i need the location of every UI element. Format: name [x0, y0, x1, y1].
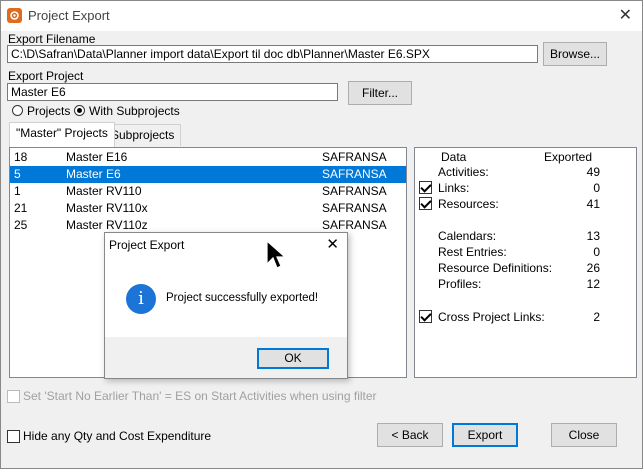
export-button[interactable]: Export	[452, 423, 518, 447]
export-filename-field[interactable]: C:\D\Safran\Data\Planner import data\Exp…	[7, 45, 538, 63]
data-header: Data	[441, 150, 467, 164]
project-id: 1	[14, 184, 21, 198]
cross-project-links-label: Cross Project Links:	[438, 310, 545, 324]
dialog-title: Project Export	[109, 238, 185, 252]
project-id: 18	[14, 150, 28, 164]
browse-button[interactable]: Browse...	[543, 42, 607, 66]
project-id: 5	[14, 167, 21, 181]
resources-value: 41	[586, 197, 600, 211]
close-button[interactable]: Close	[551, 423, 617, 447]
start-no-earlier-checkbox[interactable]	[7, 390, 20, 403]
list-item[interactable]: 21 Master RV110x SAFRANSA	[10, 200, 406, 217]
rest-entries-value: 0	[593, 245, 600, 259]
profiles-value: 12	[586, 277, 600, 291]
title-bar: Project Export ✕	[1, 1, 642, 31]
calendars-value: 13	[586, 229, 600, 243]
app-icon	[7, 8, 22, 23]
project-name: Master E16	[66, 150, 128, 164]
project-owner: SAFRANSA	[322, 150, 387, 164]
links-checkbox[interactable]	[419, 181, 432, 194]
with-subprojects-radio[interactable]	[74, 105, 85, 116]
project-owner: SAFRANSA	[322, 201, 387, 215]
calendars-label: Calendars:	[438, 229, 497, 243]
with-subprojects-radio-label: With Subprojects	[89, 104, 180, 118]
list-item-selected[interactable]: 5 Master E6 SAFRANSA	[10, 166, 406, 183]
mouse-cursor-icon	[266, 239, 288, 275]
tab-master-projects[interactable]: "Master" Projects	[9, 122, 115, 147]
activities-value: 49	[586, 165, 600, 179]
project-owner: SAFRANSA	[322, 184, 387, 198]
ok-button[interactable]: OK	[257, 348, 329, 369]
profiles-label: Profiles:	[438, 277, 482, 291]
project-name: Master RV110	[66, 184, 142, 198]
cross-project-links-checkbox[interactable]	[419, 310, 432, 323]
start-no-earlier-label: Set 'Start No Earlier Than' = ES on Star…	[23, 389, 377, 403]
resources-checkbox[interactable]	[419, 197, 432, 210]
project-name: Master E6	[66, 167, 121, 181]
projects-radio[interactable]	[12, 105, 23, 116]
project-id: 21	[14, 201, 28, 215]
filter-button[interactable]: Filter...	[348, 81, 412, 105]
project-name: Master RV110x	[66, 201, 148, 215]
project-id: 25	[14, 218, 28, 232]
resource-definitions-value: 26	[586, 261, 600, 275]
window-title: Project Export	[28, 8, 110, 23]
export-filename-label: Export Filename	[8, 32, 96, 46]
hide-qty-label: Hide any Qty and Cost Expenditure	[23, 429, 212, 443]
activities-label: Activities:	[438, 165, 489, 179]
back-button[interactable]: < Back	[377, 423, 443, 447]
export-success-dialog: Project Export ✕ i Project successfully …	[104, 232, 348, 379]
resource-definitions-label: Resource Definitions:	[438, 261, 553, 275]
dialog-message: Project successfully exported!	[166, 292, 319, 304]
info-icon: i	[126, 284, 156, 314]
links-label: Links:	[438, 181, 470, 195]
resources-label: Resources:	[438, 197, 499, 211]
dialog-close-icon[interactable]: ✕	[326, 235, 339, 253]
list-item[interactable]: 1 Master RV110 SAFRANSA	[10, 183, 406, 200]
list-item[interactable]: 18 Master E16 SAFRANSA	[10, 149, 406, 166]
export-data-panel: Data Exported Activities: 49 Links: 0 Re…	[414, 147, 637, 378]
tab-subprojects[interactable]: Subprojects	[104, 124, 182, 146]
export-project-field[interactable]: Master E6	[7, 83, 338, 101]
window-close-icon[interactable]: ✕	[619, 5, 632, 25]
cross-project-links-value: 2	[593, 310, 600, 324]
exported-header: Exported	[544, 150, 593, 164]
project-owner: SAFRANSA	[322, 167, 387, 181]
projects-radio-label: Projects	[27, 104, 71, 118]
links-value: 0	[593, 181, 600, 195]
hide-qty-checkbox[interactable]	[7, 430, 20, 443]
rest-entries-label: Rest Entries:	[438, 245, 507, 259]
dialog-footer: OK	[105, 337, 347, 378]
export-project-label: Export Project	[8, 69, 84, 83]
